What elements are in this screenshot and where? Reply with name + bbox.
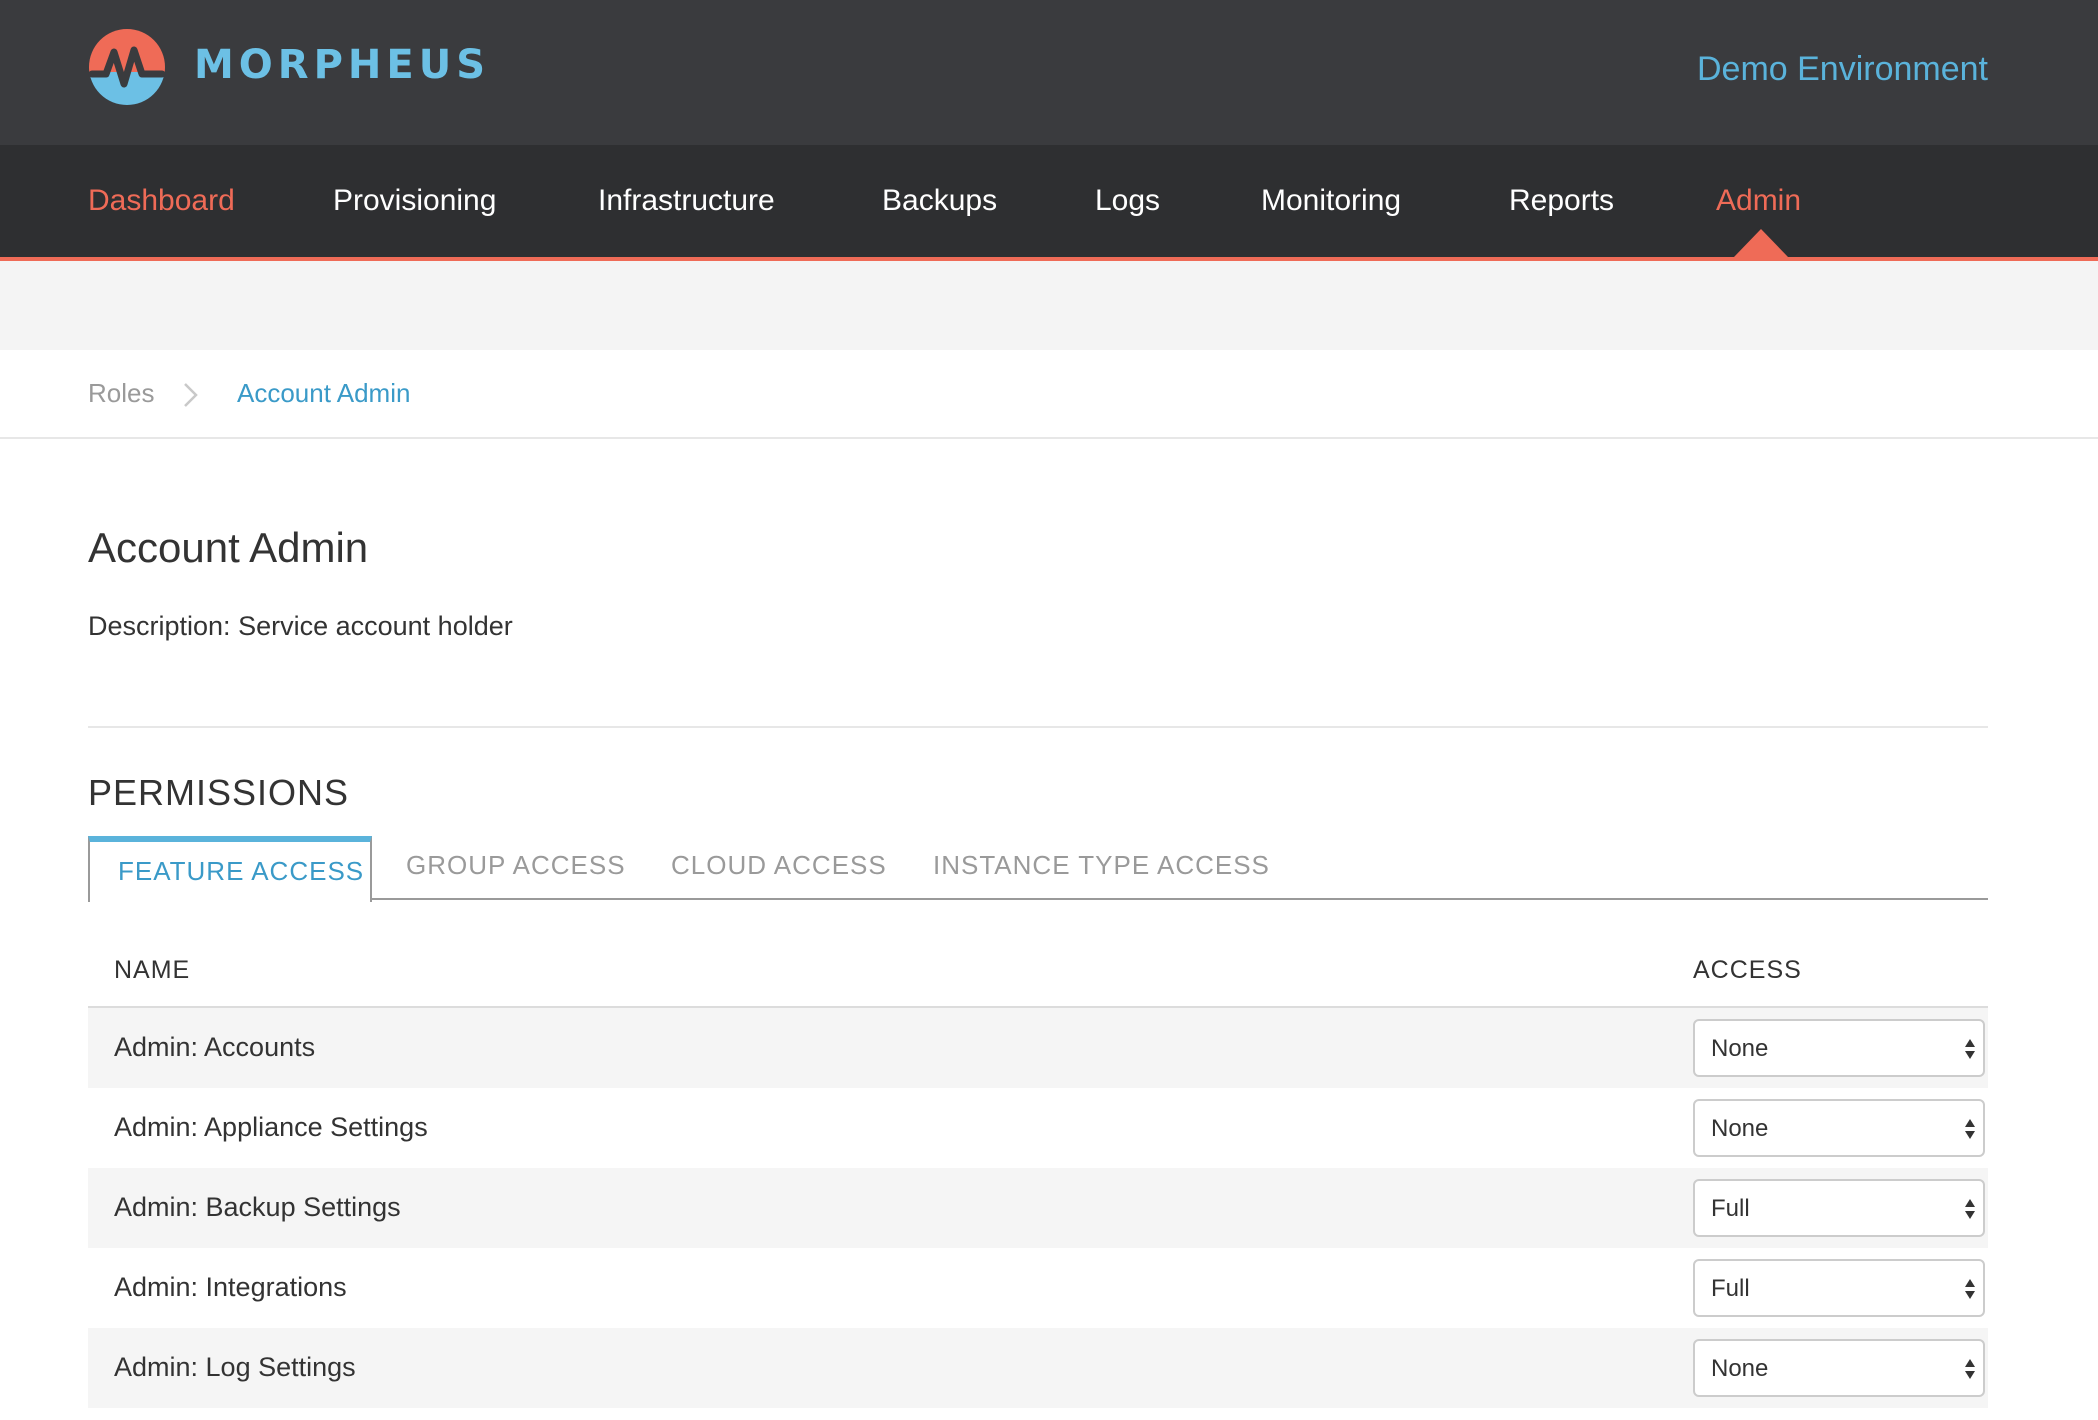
brand-name[interactable]: MORPHEUS [194,42,490,88]
nav-item-admin[interactable]: Admin [1716,184,1801,218]
table-header: NAME ACCESS [88,940,1988,1008]
nav-item-monitoring[interactable]: Monitoring [1261,184,1401,218]
access-select[interactable]: Full [1693,1259,1985,1317]
tab-feature-access[interactable]: FEATURE ACCESS [88,836,372,902]
role-description: Description: Service account holder [88,611,513,642]
permission-name: Admin: Backup Settings [114,1192,401,1222]
nav-item-dashboard[interactable]: Dashboard [88,184,235,218]
permissions-tabs: FEATURE ACCESS GROUP ACCESS CLOUD ACCESS… [88,836,1988,902]
table-row: Admin: Appliance Settings None [88,1088,1988,1168]
morpheus-logo-icon[interactable] [88,28,166,106]
access-select[interactable]: Full [1693,1179,1985,1237]
permissions-title: PERMISSIONS [88,772,350,813]
access-select[interactable]: None [1693,1099,1985,1157]
column-header-name: NAME [114,956,191,984]
permission-name: Admin: Integrations [114,1272,347,1302]
access-select-value: None [1711,1035,1769,1062]
breadcrumb: Roles Account Admin [0,350,2098,439]
section-divider [88,726,1988,728]
access-select[interactable]: None [1693,1339,1985,1397]
select-arrows-icon [1965,1279,1975,1299]
access-select[interactable]: None [1693,1019,1985,1077]
table-row: Admin: Integrations Full [88,1248,1988,1328]
breadcrumb-current: Account Admin [237,378,411,408]
permission-name: Admin: Log Settings [114,1352,356,1382]
main-nav: Dashboard Provisioning Infrastructure Ba… [0,145,2098,261]
table-row: Admin: Accounts None [88,1008,1988,1088]
column-header-access: ACCESS [1693,956,1802,984]
table-row: Admin: Log Settings None [88,1328,1988,1408]
access-select-value: Full [1711,1195,1750,1222]
permission-name: Admin: Appliance Settings [114,1112,428,1142]
access-select-value: None [1711,1355,1769,1382]
nav-item-backups[interactable]: Backups [882,184,997,218]
active-nav-indicator [1734,229,1788,257]
page-title: Account Admin [88,524,369,571]
select-arrows-icon [1965,1359,1975,1379]
nav-item-logs[interactable]: Logs [1095,184,1160,218]
permission-name: Admin: Accounts [114,1032,316,1062]
table-row: Admin: Backup Settings Full [88,1168,1988,1248]
subheader-band [0,261,2098,350]
environment-label: Demo Environment [1696,50,1988,88]
tab-group-access[interactable]: GROUP ACCESS [406,850,626,881]
select-arrows-icon [1965,1119,1975,1139]
tab-instance-type-access[interactable]: INSTANCE TYPE ACCESS [933,850,1270,881]
description-label: Description: [88,611,231,641]
tab-cloud-access[interactable]: CLOUD ACCESS [671,850,887,881]
select-arrows-icon [1965,1199,1975,1219]
description-value: Service account holder [238,611,513,641]
chevron-right-icon [184,383,198,407]
nav-item-reports[interactable]: Reports [1509,184,1614,218]
select-arrows-icon [1965,1039,1975,1059]
nav-item-provisioning[interactable]: Provisioning [333,184,496,218]
feature-access-table: NAME ACCESS Admin: Accounts None Admin: … [88,940,1988,1408]
nav-item-infrastructure[interactable]: Infrastructure [598,184,775,218]
top-header: MORPHEUS Demo Environment [0,0,2098,145]
breadcrumb-roles-link[interactable]: Roles [88,378,154,409]
access-select-value: Full [1711,1275,1750,1302]
access-select-value: None [1711,1115,1769,1142]
